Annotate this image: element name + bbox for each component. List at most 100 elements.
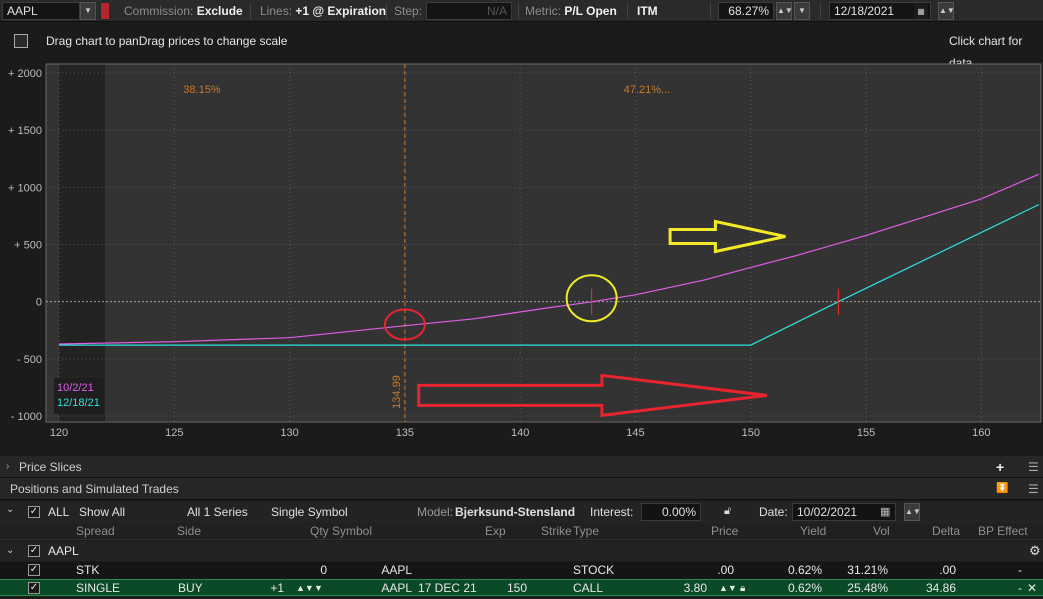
alert-icon[interactable] <box>101 3 109 19</box>
chart-settings-icon[interactable] <box>14 34 28 48</box>
y-tick-label: - 500 <box>17 354 42 366</box>
y-tick-label: 0 <box>36 297 42 309</box>
close-icon[interactable]: ✕ <box>1027 580 1037 597</box>
percent-up-down-icon[interactable]: ▲▼ <box>776 2 793 20</box>
x-tick-label: 160 <box>972 427 990 439</box>
y-tick-label: - 1000 <box>11 411 42 423</box>
row-checkbox[interactable]: ✓ <box>28 564 40 576</box>
col-qty[interactable]: Qty <box>310 523 329 540</box>
cell-price[interactable]: 3.80 <box>650 580 707 597</box>
commission-control[interactable]: Commission: Exclude <box>124 2 243 20</box>
cell-bp-effect: - <box>1018 563 1022 577</box>
qty-dropdown-icon[interactable]: ▼ <box>314 580 323 597</box>
cell-spread: SINGLE <box>76 581 121 595</box>
col-delta[interactable]: Delta <box>932 523 960 540</box>
col-price[interactable]: Price <box>711 523 738 540</box>
show-filter-dropdown[interactable]: Show All <box>74 503 180 521</box>
itm-control[interactable]: ITM <box>637 2 658 20</box>
lock-icon[interactable]: 🔒︎ <box>740 580 745 597</box>
interest-field[interactable]: 0.00% <box>641 503 701 521</box>
legend-entry: 10/2/21 <box>57 382 94 394</box>
series-dropdown[interactable]: All 1 Series <box>182 503 264 521</box>
menu-icon[interactable]: ☰ <box>1028 478 1039 500</box>
toolbar-divider <box>820 3 821 19</box>
cell-symbol: AAPL <box>381 581 412 595</box>
lock-icon[interactable]: 🔓︎ <box>724 505 731 518</box>
position-group-row[interactable]: ⌄ ✓ AAPL ⚙ <box>0 541 1043 561</box>
chart-info-bar: Drag chart to panDrag prices to change s… <box>0 30 1043 70</box>
cell-qty[interactable]: +1 <box>242 580 284 597</box>
date-stepper-icon[interactable]: ▲▼ <box>904 503 921 521</box>
model-label: Model: <box>417 505 454 519</box>
symbol-dropdown-button[interactable]: ▼ <box>80 2 96 20</box>
y-tick-label: + 1000 <box>8 182 42 194</box>
x-tick-label: 155 <box>857 427 875 439</box>
positions-title: Positions and Simulated Trades <box>10 482 179 496</box>
col-yield[interactable]: Yield <box>800 523 826 540</box>
group-checkbox[interactable]: ✓ <box>28 545 40 557</box>
toolbar-divider <box>386 3 387 19</box>
x-tick-label: 135 <box>396 427 414 439</box>
probability-field[interactable]: 68.27% <box>718 2 774 20</box>
cell-type[interactable]: CALL <box>573 580 603 597</box>
row-checkbox[interactable]: ✓ <box>28 582 40 594</box>
y-tick-label: + 1500 <box>8 125 42 137</box>
price-slices-title: Price Slices <box>19 460 82 474</box>
date-up-down-icon[interactable]: ▲▼ <box>938 2 955 20</box>
cell-yield: 0.62% <box>787 563 822 577</box>
calendar-icon[interactable]: ▦ <box>880 505 890 518</box>
select-all-checkbox[interactable]: ✓ <box>28 506 40 518</box>
positions-bar[interactable]: Positions and Simulated Trades ⏬ ☰ <box>0 478 1043 500</box>
x-tick-label: 125 <box>165 427 183 439</box>
positions-filter-bar: ⌄ ✓ ALL Show All All 1 Series Single Sym… <box>0 501 1043 523</box>
cell-delta: .00 <box>939 563 956 577</box>
symbol-value: AAPL <box>7 4 38 18</box>
add-icon[interactable]: + <box>996 456 1004 478</box>
cell-spread: STK <box>76 563 100 577</box>
cell-strike[interactable]: 150 <box>507 580 527 597</box>
col-symbol[interactable]: Symbol <box>332 523 372 540</box>
menu-icon[interactable]: ☰ <box>1028 456 1039 478</box>
col-vol[interactable]: Vol <box>873 523 890 540</box>
cell-side[interactable]: BUY <box>178 580 203 597</box>
percent-dropdown-button[interactable]: ▼ <box>794 2 810 20</box>
cell-exp[interactable]: 17 DEC 21 <box>418 580 477 597</box>
col-spread[interactable]: Spread <box>76 523 115 540</box>
symbol-mode-dropdown[interactable]: Single Symbol <box>266 503 408 521</box>
cell-bp-effect: - <box>1018 581 1022 595</box>
price-stepper-icon[interactable]: ▲▼ <box>719 580 737 597</box>
gear-icon[interactable]: ⚙ <box>1029 541 1041 561</box>
qty-stepper-icon[interactable]: ▲▼ <box>296 580 314 597</box>
col-side[interactable]: Side <box>177 523 201 540</box>
table-row[interactable]: ✓ STK 0 AAPL STOCK .00 0.62% 31.21% .00 … <box>0 562 1043 579</box>
col-type[interactable]: Type <box>573 523 599 540</box>
positions-table-header: Spread Side Qty Symbol Exp Strike Type P… <box>0 523 1043 540</box>
price-slices-bar[interactable]: › Price Slices + ☰ <box>0 456 1043 478</box>
chevron-down-icon[interactable]: ⌄ <box>6 541 14 561</box>
cell-qty[interactable]: 0 <box>270 562 327 579</box>
cell-vol: 31.21% <box>847 563 888 577</box>
col-exp[interactable]: Exp <box>485 523 506 540</box>
lines-control[interactable]: Lines: +1 @ Expiration <box>260 2 386 20</box>
date-label: Date: <box>759 505 788 519</box>
cell-price: .00 <box>717 563 734 577</box>
metric-control[interactable]: Metric: P/L Open <box>525 2 617 20</box>
step-field[interactable]: N/A <box>426 2 512 20</box>
table-row[interactable]: ✓ SINGLE BUY +1 ▲▼ ▼ AAPL 17 DEC 21 150 … <box>0 579 1043 596</box>
model-value[interactable]: Bjerksund-Stensland <box>455 503 575 521</box>
symbol-field[interactable]: AAPL <box>2 2 80 20</box>
collapse-icon[interactable]: ⏬ <box>996 478 1008 500</box>
drag-hint-text: Drag chart to panDrag prices to change s… <box>46 34 288 48</box>
group-label: AAPL <box>48 544 79 558</box>
toolbar-divider <box>627 3 628 19</box>
probability-annotation: 38.15% <box>183 84 221 96</box>
toolbar-divider <box>250 3 251 19</box>
risk-profile-chart[interactable]: + 2000 + 1500 + 1000 + 500 0 - 500 - 1000 120 12… <box>0 62 1043 452</box>
expand-chevron-icon[interactable]: › <box>6 456 9 478</box>
y-tick-label: + 2000 <box>8 68 42 80</box>
col-strike[interactable]: Strike <box>541 523 572 540</box>
x-tick-label: 130 <box>280 427 298 439</box>
chevron-down-icon[interactable]: ⌄ <box>6 504 14 515</box>
col-bp-effect[interactable]: BP Effect <box>978 523 1028 540</box>
calendar-icon[interactable]: ▦ <box>914 3 928 19</box>
